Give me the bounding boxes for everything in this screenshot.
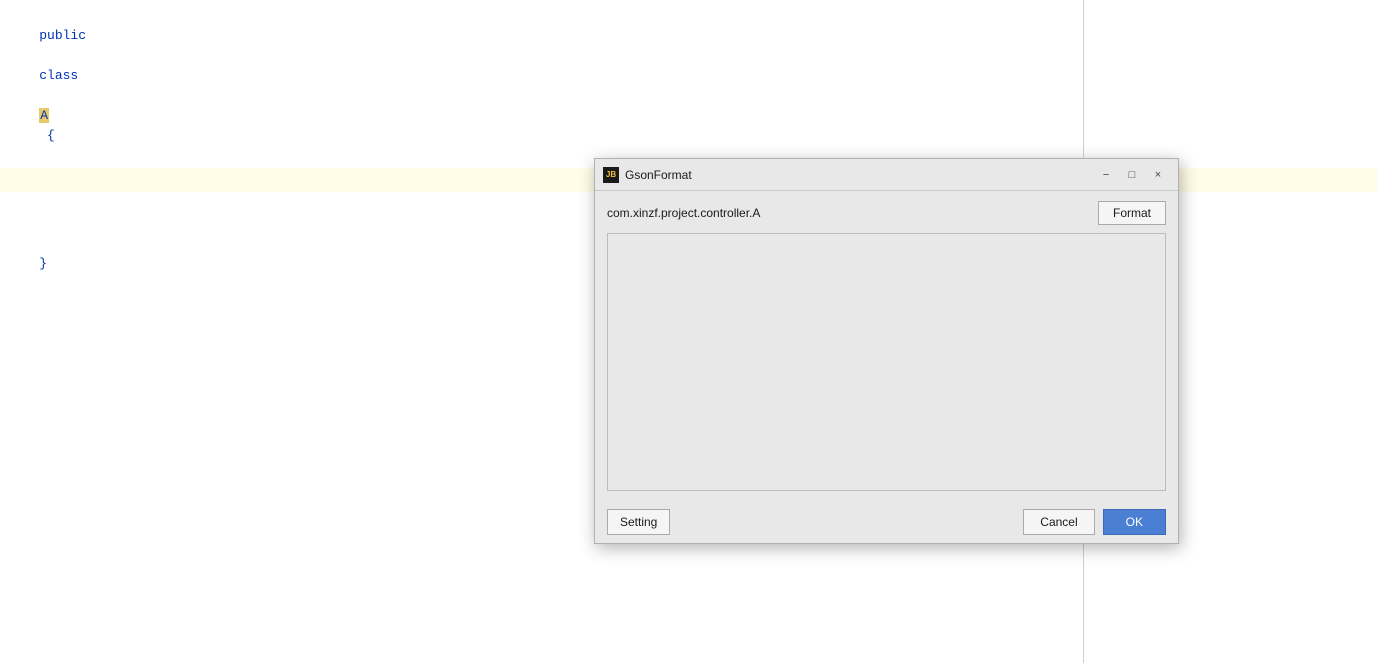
format-button[interactable]: Format xyxy=(1098,201,1166,225)
dialog-titlebar: JB GsonFormat − □ × xyxy=(595,159,1178,191)
setting-button[interactable]: Setting xyxy=(607,509,670,535)
jb-logo-icon: JB xyxy=(603,167,619,183)
dialog-top-row: com.xinzf.project.controller.A Format xyxy=(607,201,1166,225)
dialog-title-left: JB GsonFormat xyxy=(603,167,692,183)
keyword-public: public xyxy=(39,28,86,43)
dialog-title-text: GsonFormat xyxy=(625,168,692,182)
keyword-class: class xyxy=(39,68,78,83)
dialog-controls: − □ × xyxy=(1094,165,1170,185)
ok-button[interactable]: OK xyxy=(1103,509,1166,535)
class-name-highlight: A xyxy=(39,108,49,123)
code-line-1: public class A { xyxy=(0,4,1377,168)
json-input-container xyxy=(607,233,1166,491)
minimize-button[interactable]: − xyxy=(1094,165,1118,185)
footer-right-buttons: Cancel OK xyxy=(1023,509,1166,535)
close-button[interactable]: × xyxy=(1146,165,1170,185)
class-path-label: com.xinzf.project.controller.A xyxy=(607,206,760,220)
json-input-textarea[interactable] xyxy=(608,234,1165,490)
cancel-button[interactable]: Cancel xyxy=(1023,509,1094,535)
dialog-body: com.xinzf.project.controller.A Format xyxy=(595,191,1178,501)
dialog-footer: Setting Cancel OK xyxy=(595,501,1178,543)
maximize-button[interactable]: □ xyxy=(1120,165,1144,185)
gson-format-dialog: JB GsonFormat − □ × com.xinzf.project.co… xyxy=(594,158,1179,544)
